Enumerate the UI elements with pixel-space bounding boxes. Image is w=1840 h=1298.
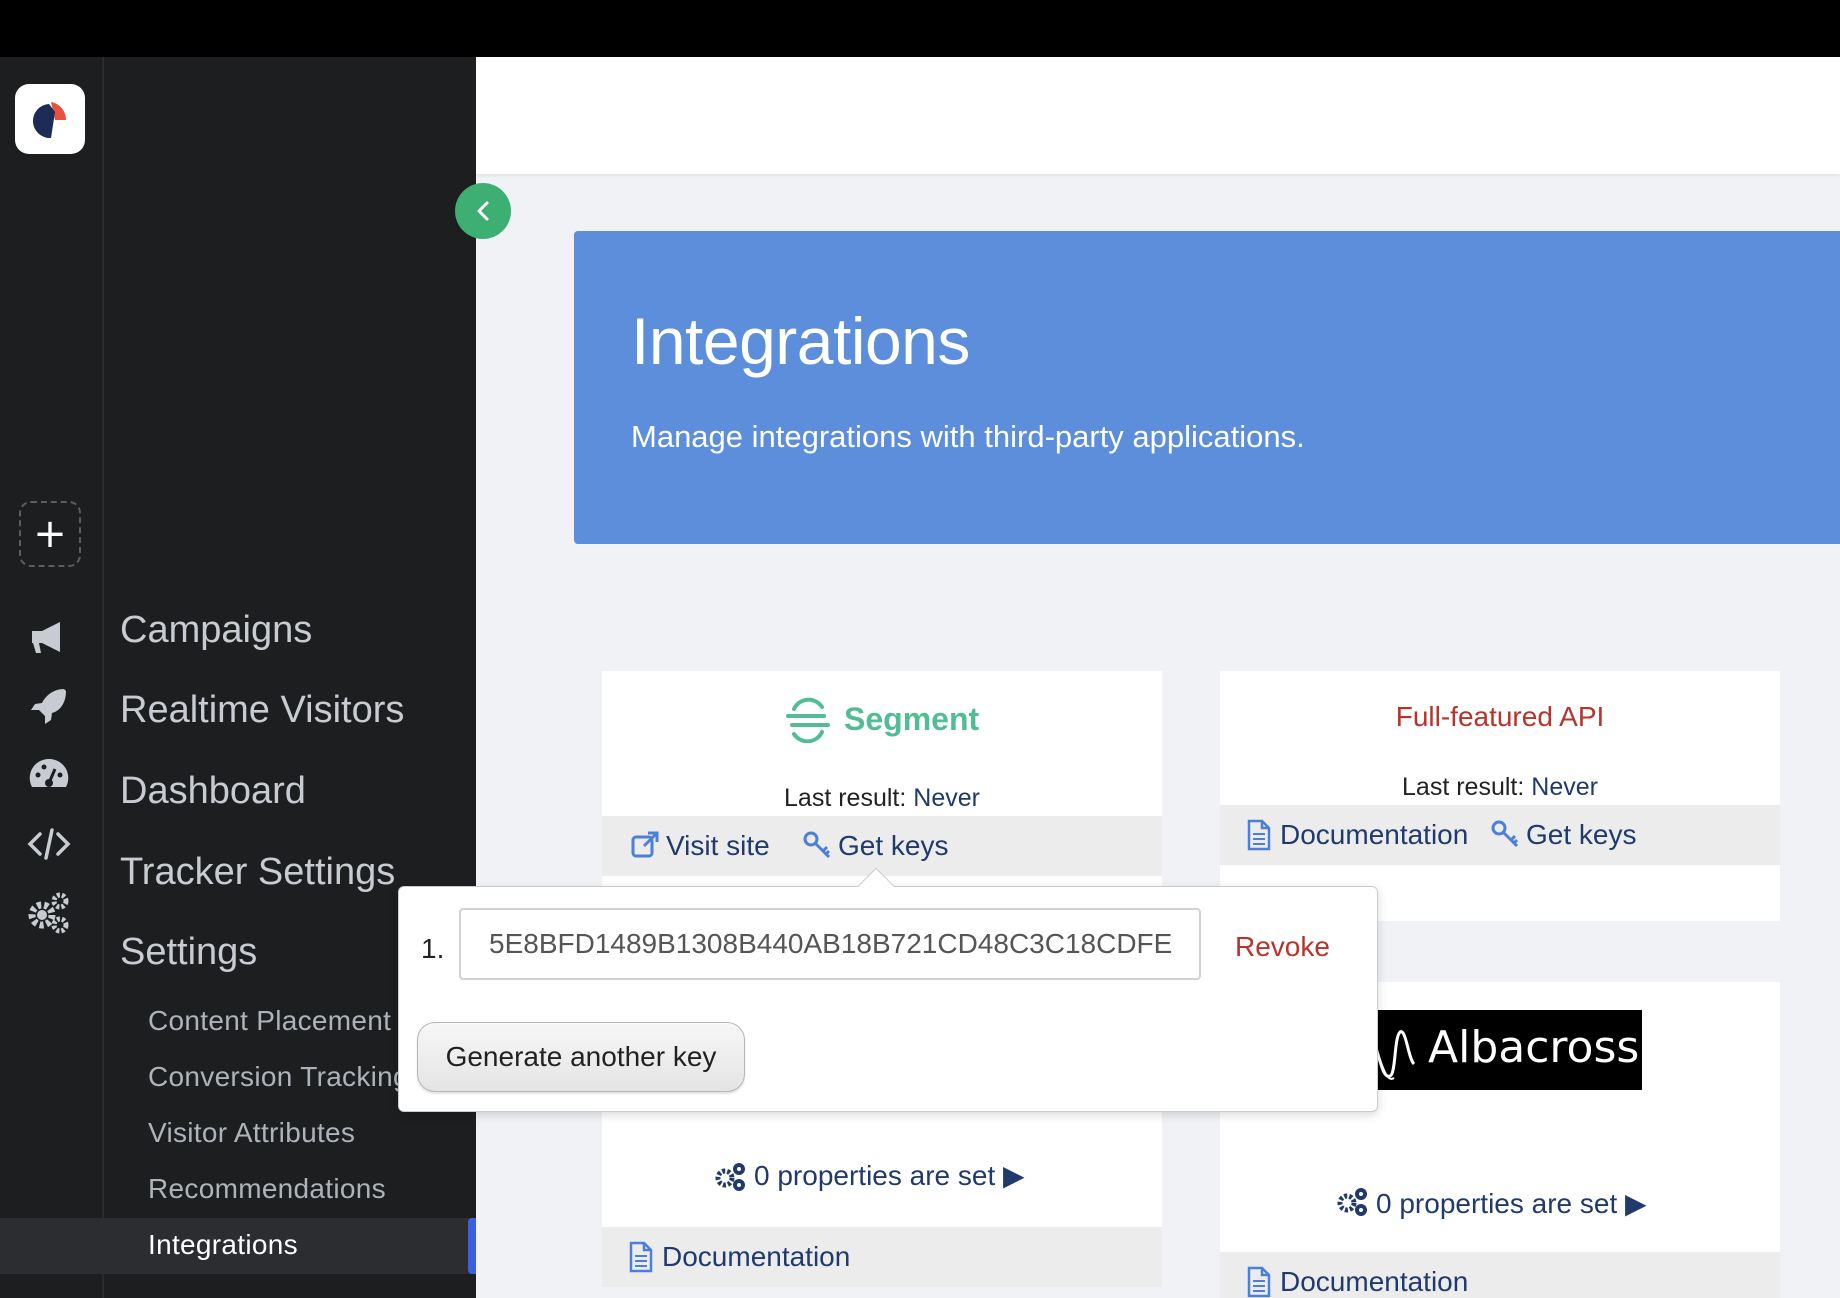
api-keys-popover: 1. Revoke Generate another key [398,867,1378,1112]
collapse-sidebar-button[interactable] [455,183,511,239]
document-icon [629,1241,653,1273]
key-icon [1491,820,1519,848]
card-footer: Documentation [602,1227,1162,1287]
albacross-logo: Albacross [1350,1010,1642,1090]
last-result-label: Last result: [784,784,907,812]
last-result-value: Never [913,784,980,812]
gears-icon [1337,1188,1367,1216]
properties-toggle[interactable]: 0 properties are set ▶ [1376,1187,1647,1220]
api-key-field[interactable] [459,908,1201,980]
subnav-conversion-tracking[interactable]: Conversion Tracking [148,1061,409,1093]
documentation-link[interactable]: Documentation [1280,819,1468,851]
code-icon [27,828,71,860]
key-icon [803,831,831,859]
gears-icon [28,892,69,934]
document-icon [1247,819,1271,851]
nav-settings[interactable]: Settings [120,931,257,974]
add-button[interactable]: + [19,501,81,567]
segment-card-footer: Visit site Get keys [602,816,1162,876]
gauge-icon [29,758,69,787]
page-header-banner: Integrations Manage integrations with th… [574,231,1840,544]
get-keys-link[interactable]: Get keys [1526,819,1636,851]
segment-last-result: Last result: Never [602,784,1162,813]
segment-name: Segment [844,701,980,737]
properties-toggle[interactable]: 0 properties are set ▶ [754,1159,1025,1192]
document-icon [1247,1266,1271,1298]
generate-key-button[interactable]: Generate another key [417,1022,745,1092]
api-card-footer: Documentation Get keys [1220,805,1780,865]
last-result-label: Last result: [1402,773,1525,801]
api-last-result: Last result: Never [1220,773,1780,802]
subnav-content-placement[interactable]: Content Placement [148,1005,391,1037]
last-result-value: Never [1531,773,1598,801]
get-keys-link[interactable]: Get keys [838,830,948,862]
external-link-icon [631,831,659,858]
nav-dashboard[interactable]: Dashboard [120,770,306,813]
api-card: Full-featured API Last result: Never Doc… [1220,671,1780,921]
documentation-link[interactable]: Documentation [662,1241,850,1273]
app-logo[interactable] [15,84,85,154]
albacross-name: Albacross [1428,1022,1640,1073]
subnav-recommendations[interactable]: Recommendations [148,1173,386,1205]
megaphone-icon [32,622,60,653]
nav-realtime-visitors[interactable]: Realtime Visitors [120,689,404,732]
top-bar [476,57,1840,174]
segment-logo-icon [786,697,830,743]
nav-tracker-settings[interactable]: Tracker Settings [120,851,395,894]
albacross-card-footer: Documentation [1220,1252,1780,1298]
nav-campaigns[interactable]: Campaigns [120,609,312,652]
subnav-integrations[interactable]: Integrations [148,1229,298,1261]
subnav-visitor-attributes[interactable]: Visitor Attributes [148,1117,355,1149]
rocket-icon [31,689,66,724]
gears-icon [715,1163,745,1191]
visit-site-link[interactable]: Visit site [666,830,770,862]
page-subtitle: Manage integrations with third-party app… [631,419,1305,454]
rail-divider [102,57,104,1298]
documentation-link[interactable]: Documentation [1280,1266,1468,1298]
chevron-left-icon [477,201,489,221]
api-name: Full-featured API [1395,701,1605,732]
revoke-link[interactable]: Revoke [1235,931,1330,963]
key-index: 1. [421,933,445,964]
page-title: Integrations [631,304,970,378]
